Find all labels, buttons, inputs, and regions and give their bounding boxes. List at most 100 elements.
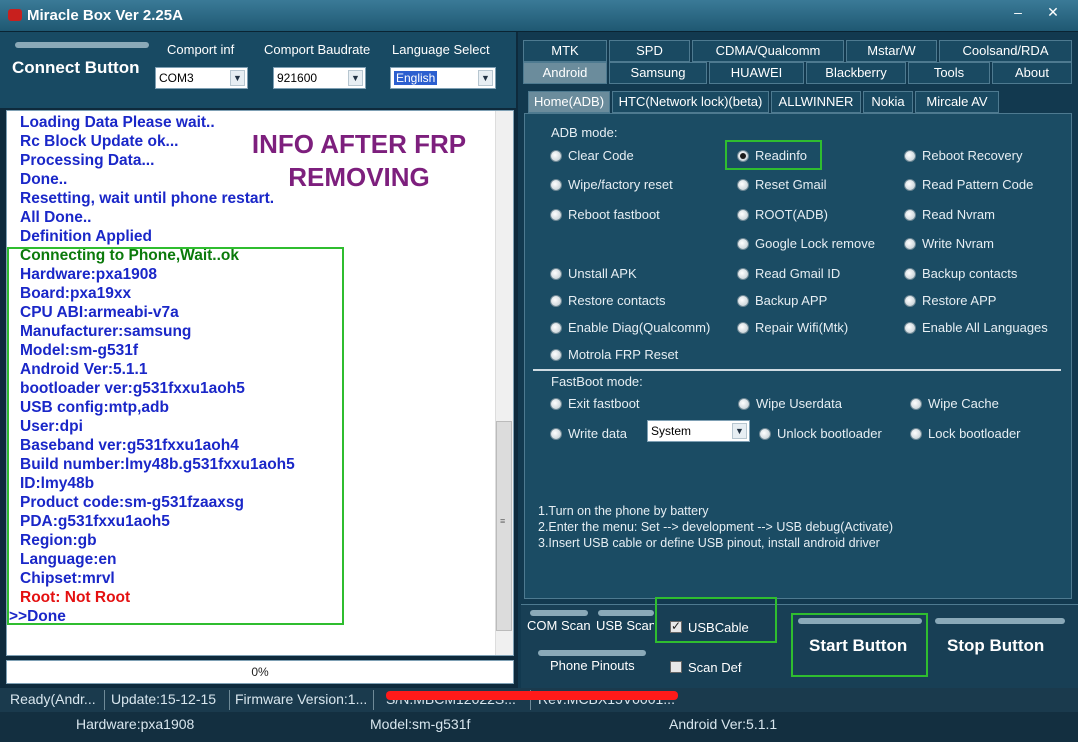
status-update: Update:15-12-15 [111, 691, 217, 707]
chevron-down-icon[interactable]: ▼ [230, 70, 245, 86]
stop-button-bar [935, 618, 1065, 624]
chevron-down-icon[interactable]: ▼ [478, 70, 493, 86]
tab-android[interactable]: Android [523, 62, 607, 84]
fastboot-mode-label: FastBoot mode: [551, 374, 643, 389]
opt-read-pattern-code[interactable]: Read Pattern Code [922, 177, 1033, 192]
opt-read-gmail-id[interactable]: Read Gmail ID [755, 266, 840, 281]
opt-write-nvram[interactable]: Write Nvram [922, 236, 994, 251]
radio-read-nvram[interactable] [904, 209, 916, 221]
scrollbar-thumb[interactable]: ≡ [496, 421, 512, 631]
comport-select[interactable]: COM3 ▼ [155, 67, 248, 89]
opt-reboot-recovery[interactable]: Reboot Recovery [922, 148, 1022, 163]
log-scrollbar[interactable]: ≡ [495, 111, 513, 655]
opt-write-data[interactable]: Write data [568, 426, 627, 441]
radio-unlock-bootloader[interactable] [759, 428, 771, 440]
tab-mtk[interactable]: MTK [523, 40, 607, 62]
opt-backup-contacts[interactable]: Backup contacts [922, 266, 1017, 281]
radio-unstall-apk[interactable] [550, 268, 562, 280]
usb-cable-checkbox[interactable] [670, 619, 682, 633]
instruction-line: 3.Insert USB cable or define USB pinout,… [538, 536, 880, 550]
radio-reset-gmail[interactable] [737, 179, 749, 191]
status-divider [104, 690, 105, 710]
opt-clear-code[interactable]: Clear Code [568, 148, 634, 163]
opt-reboot-fastboot[interactable]: Reboot fastboot [568, 207, 660, 222]
tab-tools[interactable]: Tools [908, 62, 990, 84]
radio-read-gmail-id[interactable] [737, 268, 749, 280]
opt-read-nvram[interactable]: Read Nvram [922, 207, 995, 222]
radio-wipe-factory-reset[interactable] [550, 179, 562, 191]
opt-wipe-cache[interactable]: Wipe Cache [928, 396, 999, 411]
tab-about[interactable]: About [992, 62, 1072, 84]
tab-mstar[interactable]: Mstar/W [846, 40, 937, 62]
status-divider [373, 690, 374, 710]
phone-pinouts-button[interactable]: Phone Pinouts [550, 658, 635, 673]
opt-unstall-apk[interactable]: Unstall APK [568, 266, 637, 281]
tab-spd[interactable]: SPD [609, 40, 690, 62]
close-button[interactable]: ✕ [1042, 2, 1064, 22]
tab-cdma-qualcomm[interactable]: CDMA/Qualcomm [692, 40, 844, 62]
usb-scan-button[interactable]: USB Scan [596, 618, 654, 633]
opt-reset-gmail[interactable]: Reset Gmail [755, 177, 827, 192]
subtab-htc[interactable]: HTC(Network lock)(beta) [612, 91, 769, 113]
subtab-miracle-av[interactable]: Mircale AV [915, 91, 999, 113]
radio-google-lock-remove[interactable] [737, 238, 749, 250]
radio-restore-contacts[interactable] [550, 295, 562, 307]
tab-coolsand-rda[interactable]: Coolsand/RDA [939, 40, 1072, 62]
opt-google-lock-remove[interactable]: Google Lock remove [755, 236, 875, 251]
radio-exit-fastboot[interactable] [550, 398, 562, 410]
chevron-down-icon[interactable]: ▼ [348, 70, 363, 86]
radio-backup-contacts[interactable] [904, 268, 916, 280]
subtab-nokia[interactable]: Nokia [863, 91, 913, 113]
radio-wipe-cache[interactable] [910, 398, 922, 410]
opt-repair-wifi[interactable]: Repair Wifi(Mtk) [755, 320, 848, 335]
opt-wipe-factory-reset[interactable]: Wipe/factory reset [568, 177, 673, 192]
radio-lock-bootloader[interactable] [910, 428, 922, 440]
connect-button[interactable]: Connect Button [12, 58, 139, 78]
phone-pinouts-bar [538, 650, 646, 656]
opt-exit-fastboot[interactable]: Exit fastboot [568, 396, 640, 411]
tab-samsung[interactable]: Samsung [609, 62, 707, 84]
radio-enable-diag[interactable] [550, 322, 562, 334]
chevron-down-icon[interactable]: ▼ [732, 423, 747, 439]
log-line: Loading Data Please wait.. [20, 114, 215, 131]
opt-motrola-frp-reset[interactable]: Motrola FRP Reset [568, 347, 678, 362]
minimize-button[interactable]: – [1007, 2, 1029, 22]
opt-enable-diag[interactable]: Enable Diag(Qualcomm) [568, 320, 710, 335]
radio-restore-app[interactable] [904, 295, 916, 307]
status-model: Model:sm-g531f [370, 716, 471, 732]
radio-backup-app[interactable] [737, 295, 749, 307]
radio-motrola-frp-reset[interactable] [550, 349, 562, 361]
radio-root-adb[interactable] [737, 209, 749, 221]
radio-write-nvram[interactable] [904, 238, 916, 250]
radio-clear-code[interactable] [550, 150, 562, 162]
scan-def-checkbox[interactable] [670, 661, 682, 673]
title-bar: Miracle Box Ver 2.25A – ✕ [0, 0, 1078, 32]
com-scan-button[interactable]: COM Scan [527, 618, 591, 633]
opt-restore-app[interactable]: Restore APP [922, 293, 996, 308]
opt-root-adb[interactable]: ROOT(ADB) [755, 207, 828, 222]
partition-select[interactable]: System ▼ [647, 420, 750, 442]
radio-reboot-recovery[interactable] [904, 150, 916, 162]
radio-read-pattern-code[interactable] [904, 179, 916, 191]
start-button[interactable]: Start Button [809, 636, 907, 656]
subtab-allwinner[interactable]: ALLWINNER [771, 91, 861, 113]
radio-reboot-fastboot[interactable] [550, 209, 562, 221]
opt-enable-all-languages[interactable]: Enable All Languages [922, 320, 1048, 335]
opt-unlock-bootloader[interactable]: Unlock bootloader [777, 426, 882, 441]
radio-wipe-userdata[interactable] [738, 398, 750, 410]
stop-button[interactable]: Stop Button [947, 636, 1044, 656]
tab-blackberry[interactable]: Blackberry [806, 62, 906, 84]
radio-write-data[interactable] [550, 428, 562, 440]
subtab-home-adb[interactable]: Home(ADB) [528, 91, 610, 113]
radio-enable-all-languages[interactable] [904, 322, 916, 334]
radio-repair-wifi[interactable] [737, 322, 749, 334]
opt-backup-app[interactable]: Backup APP [755, 293, 827, 308]
opt-lock-bootloader[interactable]: Lock bootloader [928, 426, 1021, 441]
language-select[interactable]: English ▼ [390, 67, 496, 89]
connect-button-bar [15, 42, 149, 48]
opt-wipe-userdata[interactable]: Wipe Userdata [756, 396, 842, 411]
opt-restore-contacts[interactable]: Restore contacts [568, 293, 666, 308]
baudrate-select[interactable]: 921600 ▼ [273, 67, 366, 89]
log-output[interactable]: Loading Data Please wait.. Rc Block Upda… [6, 110, 514, 656]
tab-huawei[interactable]: HUAWEI [709, 62, 804, 84]
